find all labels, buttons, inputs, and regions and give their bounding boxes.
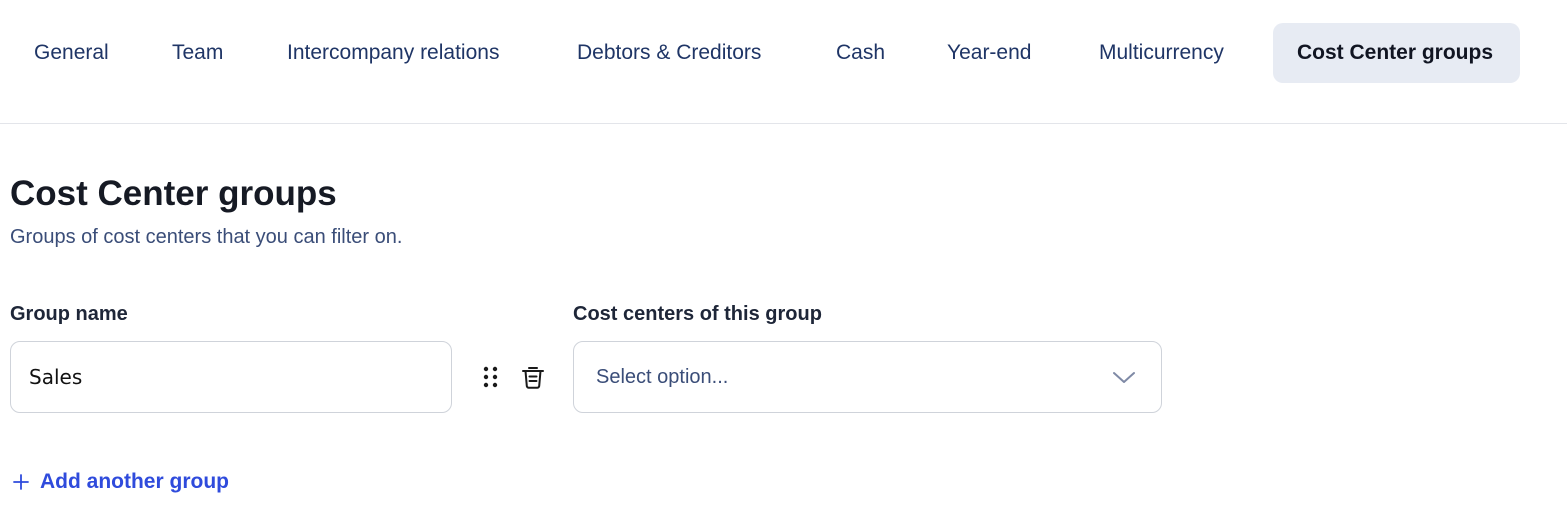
- page-subtitle: Groups of cost centers that you can filt…: [10, 226, 403, 248]
- tab-intercompany-relations[interactable]: Intercompany relations: [287, 23, 499, 83]
- cost-centers-select[interactable]: Select option...: [573, 341, 1162, 413]
- group-name-input[interactable]: [10, 341, 452, 413]
- tab-multicurrency[interactable]: Multicurrency: [1099, 23, 1224, 83]
- drag-handle-icon[interactable]: [478, 362, 504, 392]
- add-another-group-label: Add another group: [40, 470, 229, 493]
- page-title: Cost Center groups: [10, 174, 337, 213]
- tab-cash[interactable]: Cash: [836, 23, 885, 83]
- tab-year-end[interactable]: Year-end: [947, 23, 1031, 83]
- chevron-down-icon: [1113, 372, 1135, 383]
- select-placeholder: Select option...: [596, 366, 729, 388]
- tab-team[interactable]: Team: [172, 23, 223, 83]
- tab-cost-center-groups[interactable]: Cost Center groups: [1273, 23, 1520, 83]
- trash-icon[interactable]: [518, 362, 548, 392]
- cost-centers-label: Cost centers of this group: [573, 303, 822, 325]
- add-another-group-button[interactable]: Add another group: [12, 466, 229, 498]
- group-name-label: Group name: [10, 303, 128, 325]
- tab-bar: General Team Intercompany relations Debt…: [0, 0, 1567, 124]
- tab-general[interactable]: General: [34, 23, 109, 83]
- plus-icon: [13, 474, 29, 490]
- tab-debtors-creditors[interactable]: Debtors & Creditors: [577, 23, 761, 83]
